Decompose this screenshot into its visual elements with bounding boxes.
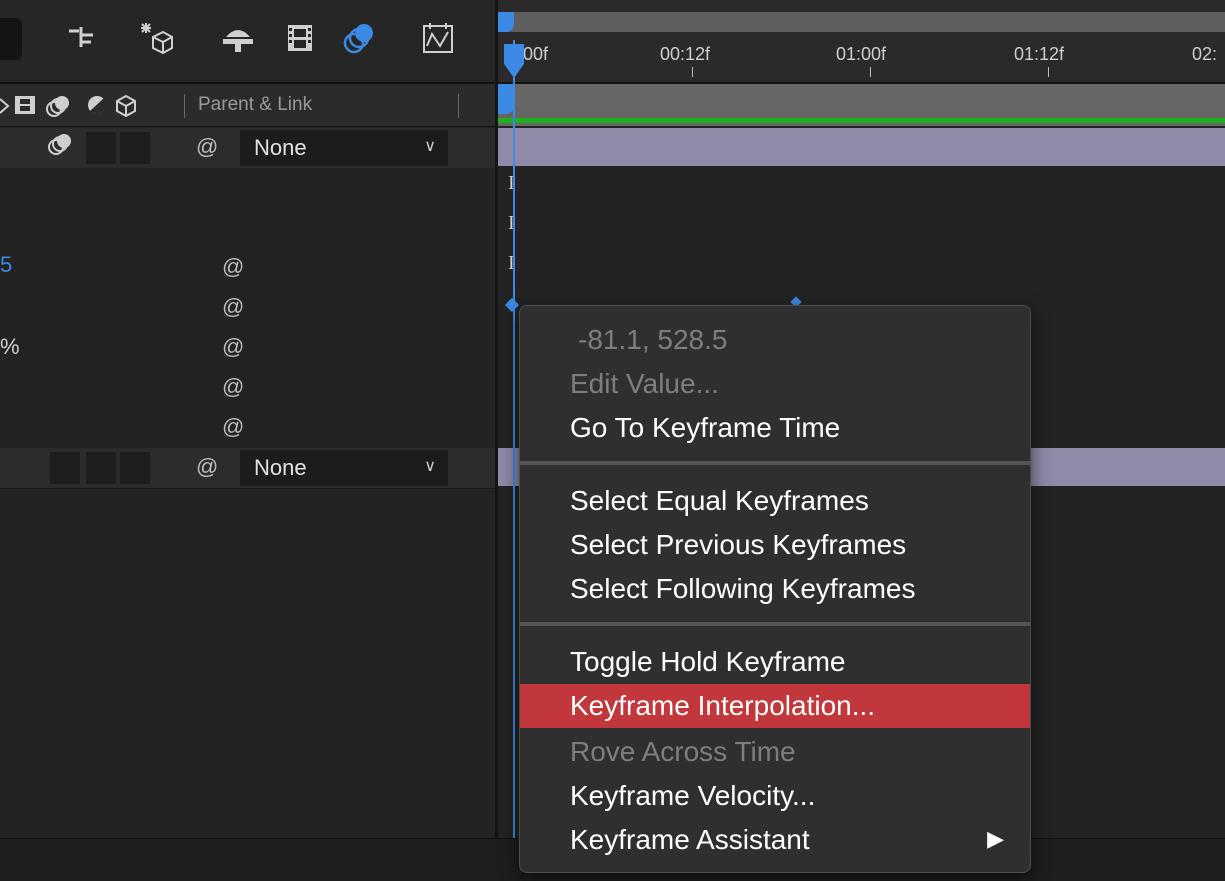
tick-label: 01:00f: [836, 44, 887, 64]
parent-dropdown-value: None: [254, 135, 307, 160]
menu-item-label: Rove Across Time: [570, 736, 796, 767]
layer-switch-box[interactable]: [120, 452, 150, 484]
menu-item-keyframe-velocity[interactable]: Keyframe Velocity...: [520, 774, 1030, 816]
current-time-indicator-line[interactable]: [513, 40, 515, 860]
frame-blending-switch-icon: [14, 94, 36, 116]
property-value[interactable]: %: [0, 334, 20, 360]
ruler-tick: [692, 67, 693, 77]
chevron-down-icon: ∨: [424, 458, 436, 475]
menu-item-go-to-keyframe-time[interactable]: Go To Keyframe Time: [520, 406, 1030, 448]
menu-item-label: Toggle Hold Keyframe: [570, 646, 846, 677]
menu-item-select-equal-keyframes[interactable]: Select Equal Keyframes: [520, 479, 1030, 521]
layer-switch-box[interactable]: [86, 452, 116, 484]
adjustment-layer-switch-icon: [86, 94, 108, 116]
work-area-start-handle[interactable]: [498, 12, 514, 32]
menu-item-rove-across-time: Rove Across Time: [520, 730, 1030, 772]
draft-3d-icon[interactable]: [218, 18, 258, 58]
property-row[interactable]: [0, 288, 495, 329]
parent-dropdown-value: None: [254, 455, 307, 480]
menu-item-keyframe-interpolation[interactable]: Keyframe Interpolation...: [520, 684, 1030, 728]
menu-item-value-readout: -81.1, 528.5: [520, 318, 1030, 360]
menu-item-edit-value: Edit Value...: [520, 362, 1030, 404]
menu-item-label: Select Equal Keyframes: [570, 485, 869, 516]
motion-blur-icon[interactable]: [340, 18, 380, 58]
property-row[interactable]: [0, 328, 495, 369]
work-area-bar[interactable]: [498, 12, 1225, 32]
pick-whip-icon[interactable]: @: [222, 374, 244, 400]
property-track: [498, 248, 1225, 289]
frame-blending-icon[interactable]: [280, 18, 320, 58]
ruler-tick: [1048, 67, 1049, 77]
menu-item-toggle-hold-keyframe[interactable]: Toggle Hold Keyframe: [520, 640, 1030, 682]
keyframe-context-menu: -81.1, 528.5 Edit Value... Go To Keyfram…: [519, 305, 1031, 873]
menu-item-keyframe-assistant[interactable]: Keyframe Assistant ▶: [520, 818, 1030, 860]
menu-item-label: Keyframe Velocity...: [570, 780, 816, 811]
layer-switch-box[interactable]: [50, 452, 80, 484]
menu-item-label: Select Following Keyframes: [570, 573, 916, 604]
menu-item-label: -81.1, 528.5: [578, 324, 728, 355]
property-track: [498, 208, 1225, 249]
collapse-transformations-icon[interactable]: [136, 18, 176, 58]
submenu-arrow-icon: ▶: [987, 826, 1004, 851]
pick-whip-icon[interactable]: @: [222, 334, 244, 360]
3d-layer-switch-icon: [114, 94, 136, 118]
menu-item-select-following-keyframes[interactable]: Select Following Keyframes: [520, 567, 1030, 609]
column-divider: [184, 94, 185, 118]
property-value[interactable]: 5: [0, 252, 12, 278]
tick-label: 00:12f: [660, 44, 711, 64]
menu-item-label: Go To Keyframe Time: [570, 412, 841, 443]
pick-whip-icon[interactable]: @: [196, 454, 218, 480]
work-area-start-handle[interactable]: [498, 84, 514, 114]
property-row[interactable]: [0, 208, 495, 249]
current-time-indicator-icon[interactable]: [502, 40, 526, 80]
pick-whip-icon[interactable]: @: [222, 254, 244, 280]
parent-dropdown[interactable]: None ∨: [240, 450, 448, 486]
search-field[interactable]: [0, 18, 22, 60]
motion-blur-switch-icon[interactable]: [48, 132, 71, 155]
pick-whip-icon[interactable]: @: [222, 414, 244, 440]
graph-editor-icon[interactable]: [418, 18, 458, 58]
layer-duration-bar[interactable]: [498, 128, 1225, 166]
tick-label: 01:12f: [1014, 44, 1065, 64]
menu-item-label: Keyframe Assistant: [570, 824, 810, 855]
chevron-down-icon: ∨: [424, 138, 436, 155]
parent-dropdown[interactable]: None ∨: [240, 130, 448, 166]
property-row[interactable]: [0, 248, 495, 289]
menu-item-label: Edit Value...: [570, 368, 719, 399]
property-row[interactable]: [0, 408, 495, 449]
property-row[interactable]: [0, 368, 495, 409]
menu-separator: [520, 622, 1030, 626]
pick-whip-icon[interactable]: @: [222, 294, 244, 320]
pick-whip-icon[interactable]: @: [196, 134, 218, 160]
menu-item-label: Keyframe Interpolation...: [570, 690, 876, 721]
property-track: [498, 168, 1225, 209]
tick-label: 02:: [1192, 44, 1218, 64]
motion-blur-switch-icon: [46, 94, 69, 117]
menu-item-label: Select Previous Keyframes: [570, 529, 907, 560]
layer-switch-box[interactable]: [120, 132, 150, 164]
render-cache-bar: [498, 118, 1225, 123]
parent-link-column-label: Parent & Link: [198, 94, 313, 115]
menu-item-select-previous-keyframes[interactable]: Select Previous Keyframes: [520, 523, 1030, 565]
shy-layers-icon[interactable]: [62, 18, 102, 58]
layer-switch-box[interactable]: [86, 132, 116, 164]
property-row[interactable]: [0, 168, 495, 209]
menu-separator: [520, 461, 1030, 465]
column-divider: [458, 94, 459, 118]
ruler-tick: [870, 67, 871, 77]
